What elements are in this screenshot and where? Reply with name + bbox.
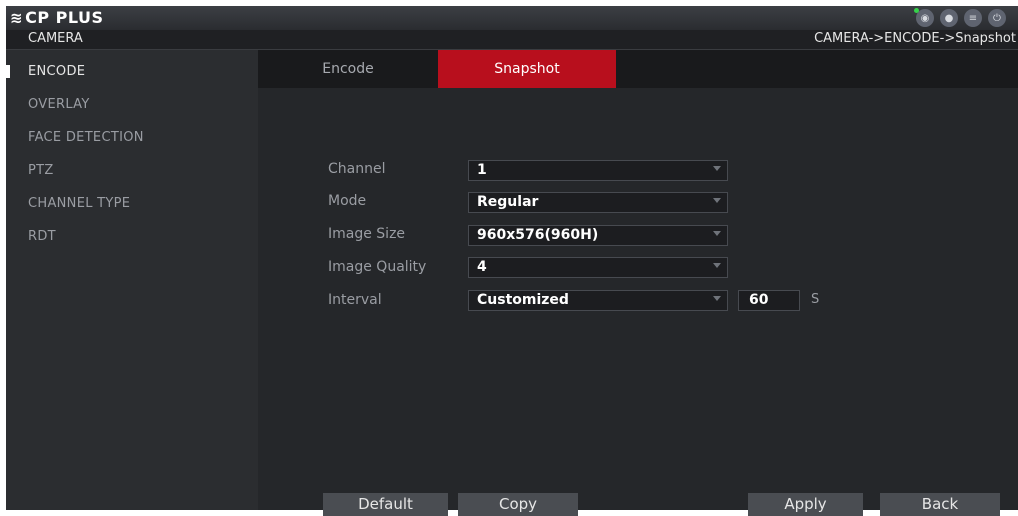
menu-icon[interactable]: ≡	[964, 9, 982, 27]
image-quality-label: Image Quality	[328, 259, 427, 275]
power-icon[interactable]: ⏻	[988, 9, 1006, 27]
app-window: ≋ CP PLUS ◉ ● ≡ ⏻ CAMERA CAMERA->ENCODE->…	[6, 6, 1018, 516]
title-bar: CAMERA CAMERA->ENCODE->Snapshot	[6, 30, 1018, 50]
channel-value: 1	[477, 162, 487, 178]
logo-mark: ≋	[10, 9, 24, 27]
apply-button[interactable]: Apply	[748, 493, 863, 516]
top-bar: ≋ CP PLUS ◉ ● ≡ ⏻	[6, 6, 1018, 30]
eye-icon[interactable]: ◉	[914, 8, 934, 27]
tab-snapshot[interactable]: Snapshot	[438, 50, 616, 88]
interval-seconds-input[interactable]: 60	[738, 290, 800, 311]
mode-value: Regular	[477, 194, 539, 210]
copy-button[interactable]: Copy	[458, 493, 578, 516]
sidebar-item-rdt[interactable]: RDT	[28, 229, 56, 244]
chevron-down-icon	[713, 231, 721, 236]
section-title: CAMERA	[28, 31, 83, 46]
mode-label: Mode	[328, 193, 367, 209]
tab-encode[interactable]: Encode	[258, 50, 438, 88]
image-size-label: Image Size	[328, 226, 406, 242]
channel-label: Channel	[328, 161, 386, 177]
chevron-down-icon	[713, 263, 721, 268]
chevron-down-icon	[713, 198, 721, 203]
user-icon[interactable]: ●	[940, 9, 958, 27]
channel-select[interactable]: 1	[468, 160, 728, 181]
breadcrumb: CAMERA->ENCODE->Snapshot	[814, 31, 1016, 46]
interval-unit: S	[811, 292, 820, 307]
sidebar-item-face-detection[interactable]: FACE DETECTION	[28, 130, 144, 145]
logo-text: CP PLUS	[25, 8, 104, 27]
sidebar: ENCODE OVERLAY FACE DETECTION PTZ CHANNE…	[6, 50, 258, 510]
status-dot	[914, 8, 919, 13]
interval-value: Customized	[477, 292, 569, 308]
header-icons: ◉ ● ≡ ⏻	[914, 8, 1006, 27]
mode-select[interactable]: Regular	[468, 192, 728, 213]
back-button[interactable]: Back	[880, 493, 1000, 516]
sidebar-item-channel-type[interactable]: CHANNEL TYPE	[28, 196, 130, 211]
interval-select[interactable]: Customized	[468, 290, 728, 311]
image-quality-select[interactable]: 4	[468, 257, 728, 278]
sidebar-item-encode[interactable]: ENCODE	[28, 64, 85, 79]
logo: ≋ CP PLUS	[10, 8, 103, 27]
image-size-value: 960x576(960H)	[477, 227, 599, 243]
chevron-down-icon	[713, 166, 721, 171]
image-quality-value: 4	[477, 259, 487, 275]
sidebar-item-overlay[interactable]: OVERLAY	[28, 97, 90, 112]
main-content: Encode Snapshot Channel 1 Mode Regular I…	[258, 50, 1018, 516]
sidebar-item-ptz[interactable]: PTZ	[28, 163, 54, 178]
tab-bar: Encode Snapshot	[258, 50, 1018, 88]
image-size-select[interactable]: 960x576(960H)	[468, 225, 728, 246]
interval-label: Interval	[328, 292, 382, 308]
active-indicator	[6, 65, 10, 78]
default-button[interactable]: Default	[323, 493, 448, 516]
chevron-down-icon	[713, 296, 721, 301]
